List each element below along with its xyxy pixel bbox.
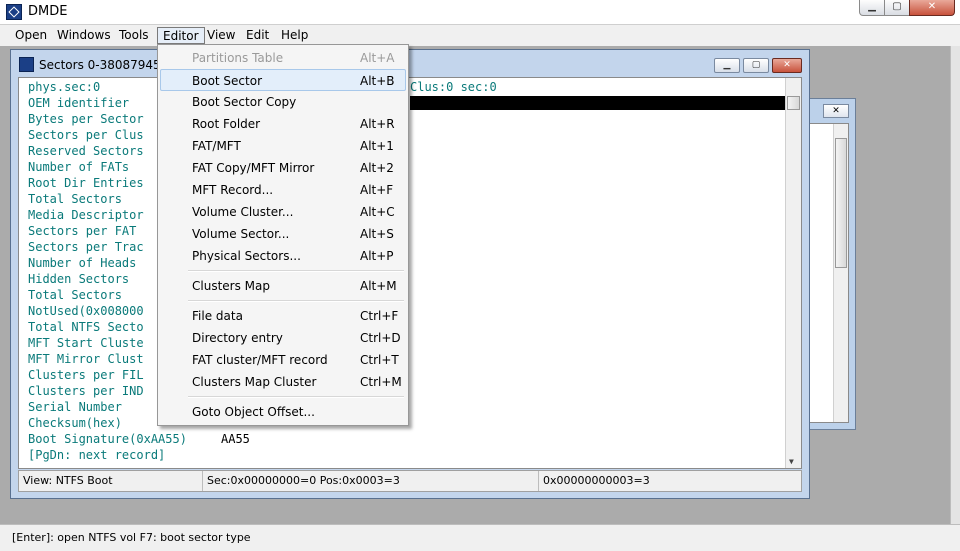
menu-item-label: Clusters Map Cluster <box>192 375 317 389</box>
menu-item-label: Goto Object Offset... <box>192 405 315 419</box>
boot-signature-value: AA55 <box>221 432 250 446</box>
menu-item-shortcut: Alt+C <box>360 205 395 219</box>
field-row[interactable]: Boot Signature(0xAA55) <box>28 431 187 447</box>
cluster-sector-info: Clus:0 sec:0 <box>410 80 497 94</box>
minimize-button[interactable]: ▁ <box>859 0 885 16</box>
status-position: Sec:0x00000000=0 Pos:0x0003=3 <box>203 471 539 491</box>
key-hints: [Enter]: open NTFS vol F7: boot sector t… <box>12 531 251 544</box>
menu-item-volume-sector[interactable]: Volume Sector... Alt+S <box>160 223 406 245</box>
menu-item-fat-mft[interactable]: FAT/MFT Alt+1 <box>160 135 406 157</box>
menu-item-label: Clusters Map <box>192 279 270 293</box>
menu-item-label: Root Folder <box>192 117 261 131</box>
menu-item-shortcut: Alt+P <box>360 249 394 263</box>
menu-item-boot-sector-copy[interactable]: Boot Sector Copy <box>160 91 406 113</box>
menu-item-fat-copy-mft-mirror[interactable]: FAT Copy/MFT Mirror Alt+2 <box>160 157 406 179</box>
menu-separator <box>188 396 404 398</box>
app-title: DMDE <box>28 4 68 19</box>
workspace-scrollbar[interactable] <box>950 46 960 524</box>
sectors-window[interactable]: Sectors 0-380879451 ▁ ▢ ✕ phys.sec:0 OEM … <box>10 49 810 499</box>
menu-item-shortcut: Ctrl+F <box>360 309 399 323</box>
dmde-app-icon <box>6 4 22 20</box>
menu-item-label: Volume Sector... <box>192 227 290 241</box>
status-value: 0x00000000003=3 <box>543 474 650 487</box>
title-bar: DMDE ▁ ▢ ✕ <box>0 0 960 24</box>
menu-item-shortcut: Alt+S <box>360 227 394 241</box>
menu-item-shortcut: Alt+M <box>360 279 397 293</box>
menu-separator <box>188 300 404 302</box>
scrollbar-thumb[interactable] <box>835 138 847 268</box>
menu-windows[interactable]: Windows <box>52 27 116 44</box>
menu-item-root-folder[interactable]: Root Folder Alt+R <box>160 113 406 135</box>
menu-item-shortcut: Ctrl+D <box>360 331 401 345</box>
menu-item-partitions-table: Partitions Table Alt+A <box>160 47 406 69</box>
menu-item-directory-entry[interactable]: Directory entry Ctrl+D <box>160 327 406 349</box>
menu-item-label: Boot Sector Copy <box>192 95 297 109</box>
sectors-vertical-scrollbar[interactable]: ▼ <box>785 78 801 468</box>
background-window-body <box>807 123 849 423</box>
scroll-down-icon[interactable]: ▼ <box>789 457 794 466</box>
field-row[interactable]: [PgDn: next record] <box>28 447 187 463</box>
sectors-window-title: Sectors 0-380879451 <box>39 58 169 72</box>
background-window-close-button[interactable]: ✕ <box>823 104 849 118</box>
menu-item-label: Boot Sector <box>192 74 263 88</box>
menu-item-label: Volume Cluster... <box>192 205 294 219</box>
sectors-maximize-button[interactable]: ▢ <box>743 58 769 73</box>
menu-item-label: FAT cluster/MFT record <box>192 353 328 367</box>
menu-item-shortcut: Alt+F <box>360 183 394 197</box>
menu-item-mft-record[interactable]: MFT Record... Alt+F <box>160 179 406 201</box>
menu-item-shortcut: Alt+R <box>360 117 395 131</box>
menu-item-shortcut: Ctrl+M <box>360 375 402 389</box>
menu-separator <box>188 270 404 272</box>
sectors-close-button[interactable]: ✕ <box>772 58 802 73</box>
menu-view[interactable]: View <box>202 27 240 44</box>
menu-help[interactable]: Help <box>276 27 313 44</box>
editor-dropdown-menu: Partitions Table Alt+A Boot Sector Alt+B Boo… <box>157 44 409 426</box>
menu-item-file-data[interactable]: File data Ctrl+F <box>160 305 406 327</box>
menu-open[interactable]: Open <box>10 27 52 44</box>
menu-item-label: Directory entry <box>192 331 283 345</box>
menu-item-label: MFT Record... <box>192 183 274 197</box>
menu-item-clusters-map-cluster[interactable]: Clusters Map Cluster Ctrl+M <box>160 371 406 393</box>
sectors-window-icon <box>19 57 34 72</box>
bottom-status-bar: [Enter]: open NTFS vol F7: boot sector t… <box>0 524 960 551</box>
menu-item-label: FAT/MFT <box>192 139 241 153</box>
menu-item-clusters-map[interactable]: Clusters Map Alt+M <box>160 275 406 297</box>
maximize-button[interactable]: ▢ <box>884 0 910 16</box>
menu-item-volume-cluster[interactable]: Volume Cluster... Alt+C <box>160 201 406 223</box>
menu-tools[interactable]: Tools <box>114 27 154 44</box>
menu-item-physical-sectors[interactable]: Physical Sectors... Alt+P <box>160 245 406 267</box>
sectors-status-bar: View: NTFS Boot Sec:0x00000000=0 Pos:0x0… <box>18 470 802 492</box>
status-view-mode: View: NTFS Boot <box>19 471 203 491</box>
menu-item-shortcut: Alt+A <box>360 51 395 65</box>
close-button[interactable]: ✕ <box>909 0 955 16</box>
menu-item-shortcut: Alt+2 <box>360 161 394 175</box>
menu-item-boot-sector[interactable]: Boot Sector Alt+B <box>160 69 406 91</box>
menu-item-label: File data <box>192 309 243 323</box>
menu-bar: Open Windows Tools Editor View Edit Help <box>0 24 960 47</box>
menu-item-shortcut: Ctrl+T <box>360 353 399 367</box>
menu-editor[interactable]: Editor <box>157 27 205 44</box>
background-window-scrollbar[interactable] <box>833 124 848 422</box>
scrollbar-thumb[interactable] <box>787 96 800 110</box>
selection-highlight <box>410 96 786 110</box>
menu-edit[interactable]: Edit <box>241 27 274 44</box>
menu-item-fat-cluster-mft-record[interactable]: FAT cluster/MFT record Ctrl+T <box>160 349 406 371</box>
menu-item-label: Physical Sectors... <box>192 249 301 263</box>
menu-item-label: FAT Copy/MFT Mirror <box>192 161 315 175</box>
menu-item-label: Partitions Table <box>192 51 284 65</box>
boot-sector-view[interactable]: phys.sec:0 OEM identifier Bytes per Sector… <box>18 77 802 469</box>
menu-item-shortcut: Alt+1 <box>360 139 394 153</box>
sectors-minimize-button[interactable]: ▁ <box>714 58 740 73</box>
menu-item-shortcut: Alt+B <box>360 74 395 88</box>
menu-item-goto-object-offset[interactable]: Goto Object Offset... <box>160 401 406 423</box>
